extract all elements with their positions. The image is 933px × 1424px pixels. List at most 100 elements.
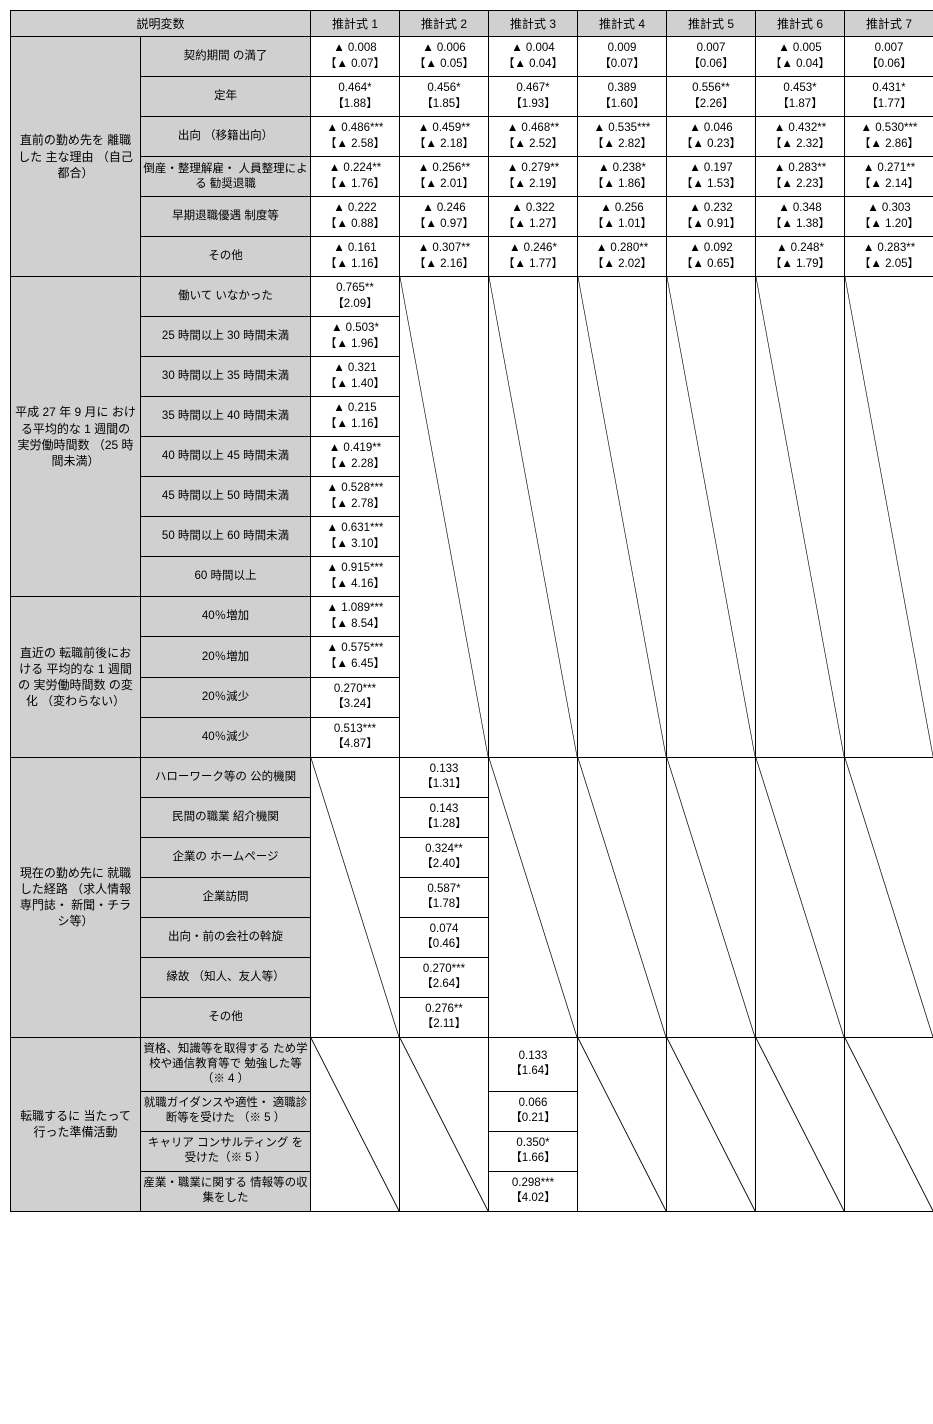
cell: ▲ 0.008 【▲ 0.07】	[311, 37, 400, 77]
diag-cell	[756, 277, 845, 757]
cell: 0.270*** 【2.64】	[400, 957, 489, 997]
cell: 0.389 【1.60】	[578, 77, 667, 117]
header-col-4: 推計式 4	[578, 11, 667, 37]
cell: ▲ 0.046 【▲ 0.23】	[667, 117, 756, 157]
row-label: その他	[141, 997, 311, 1037]
cell: 0.456* 【1.85】	[400, 77, 489, 117]
header-col-1: 推計式 1	[311, 11, 400, 37]
row-label: 30 時間以上 35 時間未満	[141, 357, 311, 397]
row-label: 20％増加	[141, 637, 311, 677]
row-label: 出向 （移籍出向）	[141, 117, 311, 157]
cell: 0.009 【0.07】	[578, 37, 667, 77]
diag-cell	[756, 757, 845, 1037]
cell: ▲ 0.256** 【▲ 2.01】	[400, 157, 489, 197]
cell: ▲ 0.468** 【▲ 2.52】	[489, 117, 578, 157]
cell: 0.270*** 【3.24】	[311, 677, 400, 717]
cell: 0.276** 【2.11】	[400, 997, 489, 1037]
cell: ▲ 0.246* 【▲ 1.77】	[489, 237, 578, 277]
row-label: 40 時間以上 45 時間未満	[141, 437, 311, 477]
row-label: 45 時間以上 50 時間未満	[141, 477, 311, 517]
row-label: 企業の ホームページ	[141, 837, 311, 877]
regression-table: 説明変数 推計式 1 推計式 2 推計式 3 推計式 4 推計式 5 推計式 6…	[10, 10, 933, 1212]
cell: ▲ 0.348 【▲ 1.38】	[756, 197, 845, 237]
cell: 0.143 【1.28】	[400, 797, 489, 837]
diag-cell	[311, 757, 400, 1037]
header-explanatory: 説明変数	[11, 11, 311, 37]
cell: ▲ 0.232 【▲ 0.91】	[667, 197, 756, 237]
cell: 0.133 【1.64】	[489, 1037, 578, 1091]
row-label: 50 時間以上 60 時間未満	[141, 517, 311, 557]
diag-cell	[845, 757, 933, 1037]
cell: ▲ 0.631*** 【▲ 3.10】	[311, 517, 400, 557]
row-label: その他	[141, 237, 311, 277]
cell: ▲ 0.459** 【▲ 2.18】	[400, 117, 489, 157]
cell: ▲ 0.004 【▲ 0.04】	[489, 37, 578, 77]
row-label: 働いて いなかった	[141, 277, 311, 317]
block5-title: 転職するに 当たって 行った準備活動	[11, 1037, 141, 1211]
cell: ▲ 0.530*** 【▲ 2.86】	[845, 117, 933, 157]
cell: 0.007 【0.06】	[667, 37, 756, 77]
cell: 0.133 【1.31】	[400, 757, 489, 797]
cell: 0.467* 【1.93】	[489, 77, 578, 117]
cell: 0.556** 【2.26】	[667, 77, 756, 117]
cell: ▲ 0.915*** 【▲ 4.16】	[311, 557, 400, 597]
cell: ▲ 0.307** 【▲ 2.16】	[400, 237, 489, 277]
diag-cell	[578, 1037, 667, 1211]
cell: ▲ 0.005 【▲ 0.04】	[756, 37, 845, 77]
block3-title: 直近の 転職前後における 平均的な 1 週間の 実労働時間数 の変化 （変わらな…	[11, 597, 141, 757]
cell: ▲ 0.161 【▲ 1.16】	[311, 237, 400, 277]
table-row: 直前の勤め先を 離職した 主な理由 （自己都合） 契約期間 の満了 ▲ 0.00…	[11, 37, 933, 77]
cell: ▲ 0.224** 【▲ 1.76】	[311, 157, 400, 197]
row-label: 縁故 （知人、友人等）	[141, 957, 311, 997]
cell: ▲ 1.089*** 【▲ 8.54】	[311, 597, 400, 637]
cell: ▲ 0.271** 【▲ 2.14】	[845, 157, 933, 197]
diag-cell	[667, 1037, 756, 1211]
cell: ▲ 0.432** 【▲ 2.32】	[756, 117, 845, 157]
cell: ▲ 0.575*** 【▲ 6.45】	[311, 637, 400, 677]
cell: ▲ 0.283** 【▲ 2.05】	[845, 237, 933, 277]
cell: ▲ 0.283** 【▲ 2.23】	[756, 157, 845, 197]
diag-cell	[667, 277, 756, 757]
diag-cell	[667, 757, 756, 1037]
table-row: 倒産・整理解雇・ 人員整理による 勧奨退職 ▲ 0.224** 【▲ 1.76】…	[11, 157, 933, 197]
cell: 0.007 【0.06】	[845, 37, 933, 77]
row-label: 40％減少	[141, 717, 311, 757]
cell: ▲ 0.503* 【▲ 1.96】	[311, 317, 400, 357]
row-label: 資格、知識等を取得する ため学校や通信教育等で 勉強した等（※ 4 ）	[141, 1037, 311, 1091]
row-label: 60 時間以上	[141, 557, 311, 597]
cell: ▲ 0.248* 【▲ 1.79】	[756, 237, 845, 277]
cell: 0.453* 【1.87】	[756, 77, 845, 117]
diag-cell	[845, 277, 933, 757]
diag-cell	[845, 1037, 933, 1211]
cell: 0.074 【0.46】	[400, 917, 489, 957]
cell: 0.431* 【1.77】	[845, 77, 933, 117]
table-row: その他 ▲ 0.161 【▲ 1.16】 ▲ 0.307** 【▲ 2.16】 …	[11, 237, 933, 277]
cell: ▲ 0.419** 【▲ 2.28】	[311, 437, 400, 477]
cell: 0.324** 【2.40】	[400, 837, 489, 877]
cell: ▲ 0.006 【▲ 0.05】	[400, 37, 489, 77]
cell: ▲ 0.197 【▲ 1.53】	[667, 157, 756, 197]
row-label: 民間の職業 紹介機関	[141, 797, 311, 837]
block1-title: 直前の勤め先を 離職した 主な理由 （自己都合）	[11, 37, 141, 277]
table-row: 早期退職優遇 制度等 ▲ 0.222 【▲ 0.88】 ▲ 0.246 【▲ 0…	[11, 197, 933, 237]
cell: 0.464* 【1.88】	[311, 77, 400, 117]
header-col-5: 推計式 5	[667, 11, 756, 37]
cell: 0.298*** 【4.02】	[489, 1171, 578, 1211]
cell: ▲ 0.321 【▲ 1.40】	[311, 357, 400, 397]
header-col-6: 推計式 6	[756, 11, 845, 37]
cell: ▲ 0.303 【▲ 1.20】	[845, 197, 933, 237]
cell: ▲ 0.246 【▲ 0.97】	[400, 197, 489, 237]
cell: 0.350* 【1.66】	[489, 1131, 578, 1171]
cell: ▲ 0.486*** 【▲ 2.58】	[311, 117, 400, 157]
block4-title: 現在の勤め先に 就職した経路 （求人情報専門誌・ 新聞・チラシ等）	[11, 757, 141, 1037]
row-label: 20％減少	[141, 677, 311, 717]
cell: 0.066 【0.21】	[489, 1091, 578, 1131]
row-label: 25 時間以上 30 時間未満	[141, 317, 311, 357]
cell: ▲ 0.092 【▲ 0.65】	[667, 237, 756, 277]
row-label: 契約期間 の満了	[141, 37, 311, 77]
header-row: 説明変数 推計式 1 推計式 2 推計式 3 推計式 4 推計式 5 推計式 6…	[11, 11, 933, 37]
table-row: 転職するに 当たって 行った準備活動 資格、知識等を取得する ため学校や通信教育…	[11, 1037, 933, 1091]
cell: ▲ 0.322 【▲ 1.27】	[489, 197, 578, 237]
cell: 0.587* 【1.78】	[400, 877, 489, 917]
cell: 0.513*** 【4.87】	[311, 717, 400, 757]
